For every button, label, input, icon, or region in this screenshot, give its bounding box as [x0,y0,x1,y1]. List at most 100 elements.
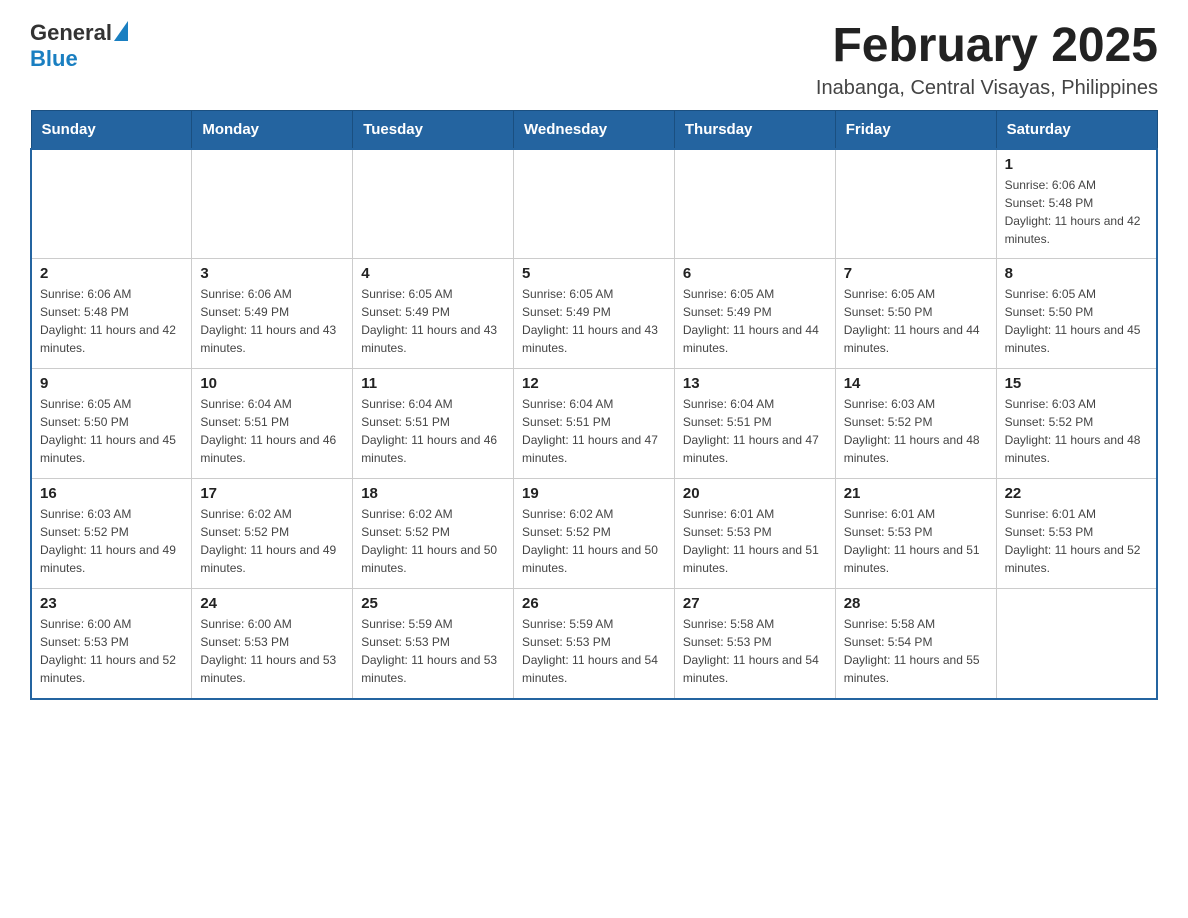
day-info: Sunrise: 6:03 AMSunset: 5:52 PMDaylight:… [40,505,183,577]
calendar-cell: 22Sunrise: 6:01 AMSunset: 5:53 PMDayligh… [996,479,1157,589]
day-info: Sunrise: 6:03 AMSunset: 5:52 PMDaylight:… [1005,395,1148,467]
calendar-cell: 3 Sunrise: 6:06 AMSunset: 5:49 PMDaylight… [192,259,353,369]
calendar-cell: 28 Sunrise: 5:58 AMSunset: 5:54 PMDayligh… [835,589,996,699]
weekday-header-sunday: Sunday [31,110,192,149]
calendar-cell [835,149,996,259]
day-info: Sunrise: 6:05 AMSunset: 5:49 PMDaylight:… [522,285,666,357]
calendar-cell: 8 Sunrise: 6:05 AMSunset: 5:50 PMDaylight… [996,259,1157,369]
calendar-week-5: 23Sunrise: 6:00 AMSunset: 5:53 PMDayligh… [31,589,1157,699]
calendar-cell: 6Sunrise: 6:05 AMSunset: 5:49 PMDaylight… [674,259,835,369]
logo-triangle-icon [114,21,128,41]
logo: General Blue [30,20,128,72]
weekday-header-monday: Monday [192,110,353,149]
day-info: Sunrise: 6:05 AMSunset: 5:49 PMDaylight:… [361,285,505,357]
day-info: Sunrise: 6:05 AMSunset: 5:50 PMDaylight:… [844,285,988,357]
title-area: February 2025 Inabanga, Central Visayas,… [816,20,1158,100]
calendar-cell [353,149,514,259]
day-info: Sunrise: 6:04 AMSunset: 5:51 PMDaylight:… [683,395,827,467]
day-info: Sunrise: 6:02 AMSunset: 5:52 PMDaylight:… [361,505,505,577]
day-info: Sunrise: 6:00 AMSunset: 5:53 PMDaylight:… [40,615,183,687]
calendar-header-row: SundayMondayTuesdayWednesdayThursdayFrid… [31,110,1157,149]
calendar-cell [192,149,353,259]
day-info: Sunrise: 6:05 AMSunset: 5:49 PMDaylight:… [683,285,827,357]
day-number: 28 [844,595,988,612]
day-info: Sunrise: 6:01 AMSunset: 5:53 PMDaylight:… [844,505,988,577]
day-number: 19 [522,485,666,502]
day-number: 4 [361,265,505,282]
day-info: Sunrise: 5:58 AMSunset: 5:53 PMDaylight:… [683,615,827,687]
day-number: 5 [522,265,666,282]
calendar-cell: 7 Sunrise: 6:05 AMSunset: 5:50 PMDaylight… [835,259,996,369]
day-info: Sunrise: 6:04 AMSunset: 5:51 PMDaylight:… [522,395,666,467]
day-number: 15 [1005,375,1148,392]
day-info: Sunrise: 6:06 AMSunset: 5:48 PMDaylight:… [1005,176,1148,248]
day-number: 11 [361,375,505,392]
day-number: 18 [361,485,505,502]
calendar-cell: 9 Sunrise: 6:05 AMSunset: 5:50 PMDaylight… [31,369,192,479]
day-info: Sunrise: 6:06 AMSunset: 5:48 PMDaylight:… [40,285,183,357]
day-info: Sunrise: 6:01 AMSunset: 5:53 PMDaylight:… [683,505,827,577]
calendar-cell: 18 Sunrise: 6:02 AMSunset: 5:52 PMDayligh… [353,479,514,589]
calendar-week-2: 2 Sunrise: 6:06 AMSunset: 5:48 PMDaylight… [31,259,1157,369]
day-number: 3 [200,265,344,282]
calendar-cell: 4 Sunrise: 6:05 AMSunset: 5:49 PMDaylight… [353,259,514,369]
calendar-week-3: 9 Sunrise: 6:05 AMSunset: 5:50 PMDaylight… [31,369,1157,479]
day-number: 1 [1005,156,1148,173]
calendar-cell: 20Sunrise: 6:01 AMSunset: 5:53 PMDayligh… [674,479,835,589]
day-number: 9 [40,375,183,392]
day-info: Sunrise: 5:58 AMSunset: 5:54 PMDaylight:… [844,615,988,687]
calendar-cell: 1 Sunrise: 6:06 AMSunset: 5:48 PMDaylight… [996,149,1157,259]
day-number: 13 [683,375,827,392]
day-number: 2 [40,265,183,282]
weekday-header-wednesday: Wednesday [514,110,675,149]
day-info: Sunrise: 6:02 AMSunset: 5:52 PMDaylight:… [522,505,666,577]
calendar-cell: 12 Sunrise: 6:04 AMSunset: 5:51 PMDayligh… [514,369,675,479]
day-number: 27 [683,595,827,612]
calendar-cell: 16Sunrise: 6:03 AMSunset: 5:52 PMDayligh… [31,479,192,589]
calendar-cell: 14 Sunrise: 6:03 AMSunset: 5:52 PMDayligh… [835,369,996,479]
calendar-week-1: 1 Sunrise: 6:06 AMSunset: 5:48 PMDaylight… [31,149,1157,259]
day-info: Sunrise: 6:00 AMSunset: 5:53 PMDaylight:… [200,615,344,687]
calendar-cell [674,149,835,259]
calendar-cell [996,589,1157,699]
page-title: February 2025 [816,20,1158,73]
day-info: Sunrise: 6:06 AMSunset: 5:49 PMDaylight:… [200,285,344,357]
day-number: 10 [200,375,344,392]
calendar-cell: 21 Sunrise: 6:01 AMSunset: 5:53 PMDayligh… [835,479,996,589]
calendar-cell: 26Sunrise: 5:59 AMSunset: 5:53 PMDayligh… [514,589,675,699]
calendar-cell: 11 Sunrise: 6:04 AMSunset: 5:51 PMDayligh… [353,369,514,479]
calendar-cell: 25Sunrise: 5:59 AMSunset: 5:53 PMDayligh… [353,589,514,699]
weekday-header-thursday: Thursday [674,110,835,149]
day-number: 25 [361,595,505,612]
page-header: General Blue February 2025 Inabanga, Cen… [30,20,1158,100]
calendar-cell: 5 Sunrise: 6:05 AMSunset: 5:49 PMDaylight… [514,259,675,369]
weekday-header-saturday: Saturday [996,110,1157,149]
calendar-cell: 23Sunrise: 6:00 AMSunset: 5:53 PMDayligh… [31,589,192,699]
calendar-cell: 24Sunrise: 6:00 AMSunset: 5:53 PMDayligh… [192,589,353,699]
page-subtitle: Inabanga, Central Visayas, Philippines [816,77,1158,100]
calendar-cell: 19 Sunrise: 6:02 AMSunset: 5:52 PMDayligh… [514,479,675,589]
logo-text-general: General [30,20,112,46]
day-number: 21 [844,485,988,502]
day-number: 8 [1005,265,1148,282]
day-number: 7 [844,265,988,282]
calendar-cell: 10 Sunrise: 6:04 AMSunset: 5:51 PMDayligh… [192,369,353,479]
day-number: 12 [522,375,666,392]
day-info: Sunrise: 6:05 AMSunset: 5:50 PMDaylight:… [1005,285,1148,357]
day-number: 14 [844,375,988,392]
calendar-week-4: 16Sunrise: 6:03 AMSunset: 5:52 PMDayligh… [31,479,1157,589]
calendar-cell [514,149,675,259]
calendar-cell: 27 Sunrise: 5:58 AMSunset: 5:53 PMDayligh… [674,589,835,699]
day-info: Sunrise: 6:05 AMSunset: 5:50 PMDaylight:… [40,395,183,467]
weekday-header-tuesday: Tuesday [353,110,514,149]
calendar-cell [31,149,192,259]
weekday-header-friday: Friday [835,110,996,149]
calendar-cell: 13 Sunrise: 6:04 AMSunset: 5:51 PMDayligh… [674,369,835,479]
day-info: Sunrise: 6:01 AMSunset: 5:53 PMDaylight:… [1005,505,1148,577]
day-number: 17 [200,485,344,502]
day-info: Sunrise: 6:04 AMSunset: 5:51 PMDaylight:… [361,395,505,467]
day-info: Sunrise: 6:04 AMSunset: 5:51 PMDaylight:… [200,395,344,467]
day-info: Sunrise: 6:03 AMSunset: 5:52 PMDaylight:… [844,395,988,467]
calendar-cell: 17Sunrise: 6:02 AMSunset: 5:52 PMDayligh… [192,479,353,589]
logo-text-blue: Blue [30,46,78,71]
